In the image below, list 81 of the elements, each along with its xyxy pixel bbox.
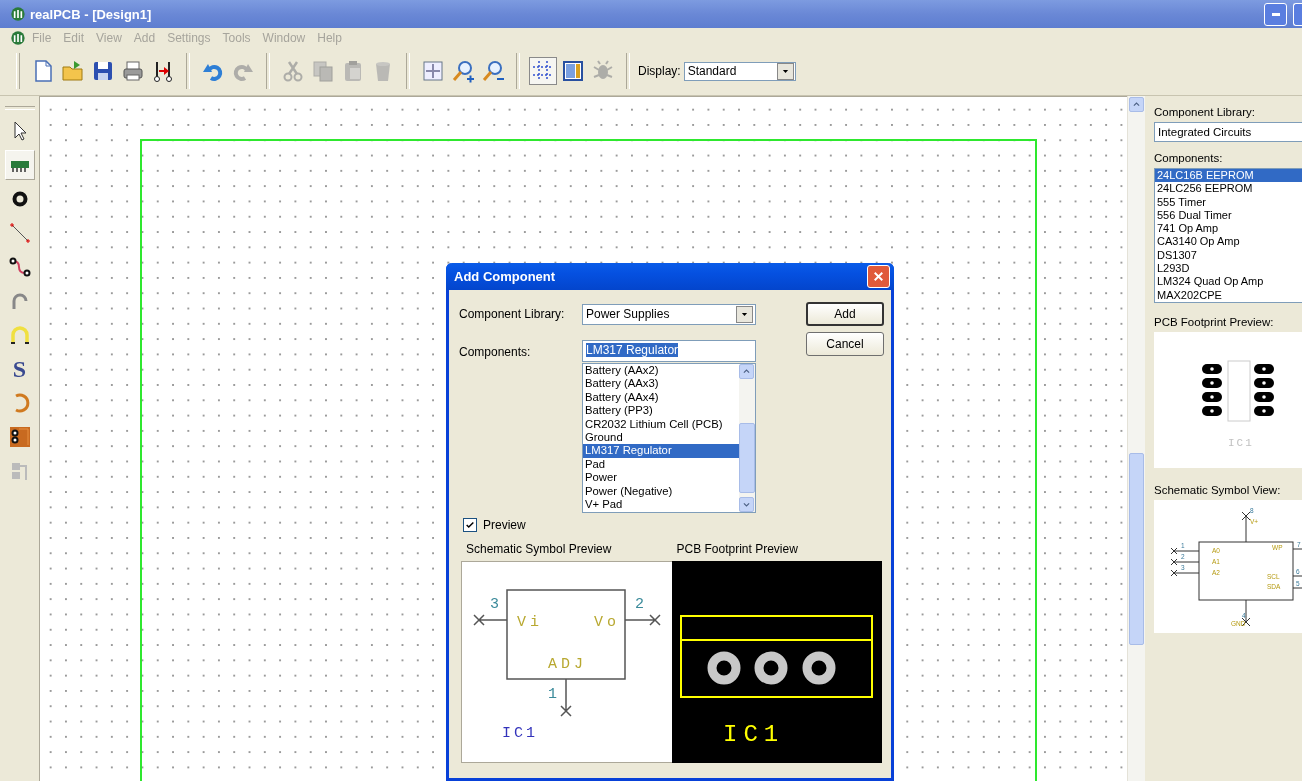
pin-name: Vi — [517, 614, 543, 631]
list-item[interactable]: Ground — [583, 431, 739, 445]
list-item[interactable]: DS1307 — [1155, 248, 1302, 263]
line-icon — [7, 221, 32, 245]
pin-name: ADJ — [548, 656, 587, 673]
minimize-button[interactable] — [1264, 2, 1287, 26]
scroll-up-button[interactable] — [1129, 97, 1144, 112]
preview-checkbox[interactable] — [463, 518, 477, 532]
list-item[interactable]: 556 Dual Timer — [1155, 208, 1302, 223]
components-label: Components: — [1154, 152, 1224, 164]
checkmark-icon — [465, 520, 475, 530]
list-item[interactable]: CR2032 Lithium Cell (PCB) — [583, 417, 739, 432]
list-item[interactable]: L293D — [1155, 262, 1302, 276]
list-item[interactable]: Battery (AAx3) — [583, 377, 739, 391]
window-icon — [561, 59, 585, 83]
components-label: Components: — [459, 345, 532, 359]
text-tool[interactable]: S — [4, 354, 35, 384]
list-item[interactable]: 24LC256 EEPROM — [1155, 182, 1302, 196]
list-item[interactable]: Battery (AAx4) — [583, 390, 739, 405]
list-item[interactable]: CA3140 Op Amp — [1155, 235, 1302, 249]
pin-number: 2 — [635, 596, 644, 613]
footprint-preview-label: PCB Footprint Preview — [676, 542, 799, 556]
pin-name: Vo — [594, 614, 620, 631]
component-list[interactable]: Battery (AAx2) Battery (AAx3) Battery (AAx4) Battery (PP3) CR2032 Lithium Cell (PCB) Ground LM317 Regulator Pad Power Power (Negative) V+ Pad — [582, 363, 756, 513]
reference-label: IC1 — [502, 725, 538, 742]
reference-label: IC1 — [722, 721, 784, 748]
close-button[interactable] — [867, 265, 890, 288]
list-item[interactable]: 555 Timer — [1155, 195, 1302, 209]
list-item[interactable]: 741 Op Amp — [1155, 222, 1302, 236]
dialog-button[interactable]: Cancel — [806, 332, 884, 356]
list-item[interactable]: Battery (PP3) — [583, 404, 739, 418]
zoom-in-icon — [451, 59, 475, 83]
chevron-down-icon — [742, 500, 751, 509]
grid-button[interactable] — [529, 57, 557, 85]
list-item[interactable]: LM317 Regulator — [583, 444, 739, 458]
dialog-button[interactable]: Add — [806, 302, 884, 326]
list-item[interactable]: Battery (AAx2) — [583, 364, 739, 378]
app-logo-icon — [10, 6, 26, 22]
component-tool[interactable] — [4, 150, 35, 180]
copy-icon — [311, 59, 335, 83]
printer-icon — [121, 59, 145, 83]
footprint-label: PCB Footprint Preview: — [1154, 316, 1275, 328]
list-scrollbar[interactable] — [739, 364, 755, 512]
library-dropdown[interactable]: Power Supplies — [582, 303, 756, 325]
schematic-preview-label: Schematic Symbol Preview — [466, 542, 613, 556]
connection-icon — [151, 59, 175, 83]
minimize-icon — [1271, 12, 1280, 16]
pin-number: 3 — [490, 596, 499, 613]
preview-label: Preview — [483, 518, 526, 532]
list-item[interactable]: V+ Pad — [583, 498, 739, 512]
scissors-icon — [281, 59, 305, 83]
pin-number: 1 — [548, 686, 557, 703]
chevron-up-icon — [1132, 100, 1141, 109]
library-dropdown[interactable]: Integrated Circuits — [1154, 122, 1302, 142]
close-icon — [872, 270, 885, 283]
component-list[interactable]: 24LC16B EEPROM 24LC256 EEPROM 555 Timer 556 Dual Timer 741 Op Amp CA3140 Op Amp DS1307 L293D LM324 Quad Op Amp MAX202CPE — [1154, 168, 1302, 303]
list-item[interactable]: 24LC16B EEPROM — [1155, 169, 1302, 183]
frame-icon — [421, 59, 445, 83]
list-item[interactable]: MAX202CPE — [1155, 288, 1302, 302]
track-icon — [7, 255, 32, 279]
restore-button[interactable] — [1293, 2, 1302, 26]
list-item[interactable]: LM324 Quad Op Amp — [1155, 275, 1302, 289]
library-label: Component Library: — [459, 307, 566, 321]
app-logo-icon — [10, 29, 26, 46]
window-title: realPCB - [Design1] — [30, 6, 153, 22]
footprint-drawing — [1202, 360, 1274, 422]
component-field[interactable]: LM317 Regulator — [582, 340, 756, 362]
schematic-label: Schematic Symbol View: — [1154, 484, 1282, 496]
chevron-up-icon — [742, 367, 751, 376]
display-label: Display: — [638, 64, 681, 78]
zoom-out-icon — [481, 59, 505, 83]
folder-icon — [61, 59, 85, 83]
display-dropdown[interactable]: Standard — [683, 61, 796, 81]
reference-label: IC1 — [1228, 437, 1254, 449]
list-item[interactable]: Pad — [583, 457, 739, 472]
scrollbar-thumb[interactable] — [1129, 453, 1144, 645]
list-item[interactable]: Power (Negative) — [583, 484, 739, 499]
dialog-title: Add Component — [454, 269, 557, 284]
list-item[interactable]: Power — [583, 471, 739, 485]
library-label: Component Library: — [1154, 106, 1256, 118]
copper-pad-icon — [7, 425, 32, 449]
